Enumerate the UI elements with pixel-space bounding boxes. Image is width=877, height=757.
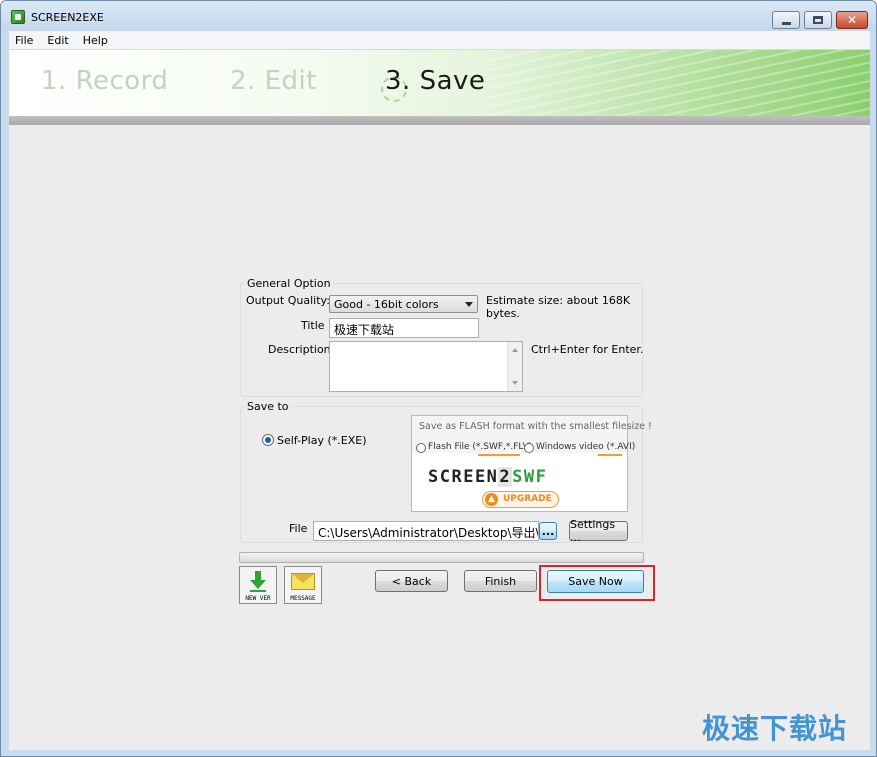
message-caption: MESSAGE bbox=[290, 595, 316, 602]
wizard-content: General Option Output Quality: Good - 16… bbox=[9, 125, 870, 750]
estimate-size-text: Estimate size: about 168K bbox=[486, 294, 631, 307]
logo-two-text: 2 bbox=[498, 467, 513, 487]
minimize-button[interactable] bbox=[772, 11, 800, 29]
close-button[interactable]: ✕ bbox=[836, 11, 868, 29]
browse-button[interactable]: ... bbox=[539, 522, 557, 540]
video-underline bbox=[598, 454, 622, 456]
upgrade-button[interactable]: ▲ UPGRADE bbox=[482, 491, 559, 508]
description-hint: Ctrl+Enter for Enter. bbox=[531, 343, 644, 356]
envelope-icon bbox=[291, 573, 315, 590]
description-input[interactable] bbox=[329, 341, 523, 392]
download-icon bbox=[250, 571, 266, 592]
output-quality-label: Output Quality: bbox=[246, 294, 330, 307]
upgrade-arrow-icon: ▲ bbox=[485, 493, 498, 506]
flash-promo-panel[interactable]: Save as FLASH format with the smallest f… bbox=[411, 415, 652, 512]
save-to-legend: Save to bbox=[245, 400, 291, 413]
new-version-button[interactable]: NEW VER bbox=[239, 566, 277, 604]
logo-swf-text: SWF bbox=[512, 467, 548, 487]
screen2swf-logo: SCREEN2SWF bbox=[428, 467, 547, 487]
message-button[interactable]: MESSAGE bbox=[284, 566, 322, 604]
maximize-icon bbox=[813, 16, 823, 24]
step-record: 1. Record bbox=[41, 66, 169, 96]
back-button[interactable]: < Back bbox=[375, 570, 448, 592]
flash-file-radio[interactable] bbox=[416, 443, 426, 453]
file-path-input[interactable]: C:\Users\Administrator\Desktop\导出\极速下 bbox=[313, 521, 539, 541]
settings-button[interactable]: Settings ... bbox=[569, 518, 628, 544]
upgrade-label: UPGRADE bbox=[503, 494, 552, 504]
menu-file[interactable]: File bbox=[15, 34, 33, 47]
scroll-down-icon bbox=[512, 381, 518, 385]
step-save: 3. Save bbox=[385, 66, 486, 96]
chevron-down-icon bbox=[465, 302, 473, 307]
banner-decoration bbox=[489, 50, 870, 116]
app-window: SCREEN2EXE ✕ File Edit Help 1. Record 2.… bbox=[0, 0, 877, 757]
output-quality-value: Good - 16bit colors bbox=[334, 298, 439, 311]
flash-underline bbox=[478, 454, 520, 456]
maximize-button[interactable] bbox=[804, 11, 832, 29]
app-icon bbox=[11, 10, 25, 24]
progress-bar bbox=[239, 552, 644, 563]
logo-screen-text: SCREEN bbox=[428, 467, 499, 487]
banner-divider bbox=[9, 116, 870, 125]
description-label: Description bbox=[268, 343, 331, 356]
windows-video-radio[interactable] bbox=[524, 443, 534, 453]
minimize-icon bbox=[781, 21, 791, 25]
general-option-legend: General Option bbox=[245, 277, 333, 290]
description-scrollbar[interactable] bbox=[507, 342, 522, 391]
title-input[interactable]: 极速下载站 bbox=[329, 318, 479, 338]
windows-video-option: Windows video (*.AVI) bbox=[536, 442, 636, 452]
self-play-radio[interactable] bbox=[262, 434, 274, 446]
title-label: Title bbox=[301, 319, 325, 332]
promo-headline: Save as FLASH format with the smallest f… bbox=[419, 421, 652, 432]
new-version-caption: NEW VER bbox=[245, 595, 271, 602]
wizard-banner: 1. Record 2. Edit 3. Save bbox=[9, 50, 870, 116]
site-watermark: 极速下载站 bbox=[702, 712, 848, 745]
menu-help[interactable]: Help bbox=[83, 34, 108, 47]
title-bar: SCREEN2EXE ✕ bbox=[1, 1, 876, 31]
save-now-highlight bbox=[539, 565, 655, 601]
self-play-label: Self-Play (*.EXE) bbox=[277, 434, 367, 447]
menu-edit[interactable]: Edit bbox=[47, 34, 68, 47]
step-edit: 2. Edit bbox=[230, 66, 317, 96]
scroll-up-icon bbox=[512, 348, 518, 352]
estimate-size-unit: bytes. bbox=[486, 307, 520, 320]
menu-bar: File Edit Help bbox=[9, 31, 870, 49]
window-title: SCREEN2EXE bbox=[31, 11, 104, 24]
finish-button[interactable]: Finish bbox=[464, 570, 537, 592]
flash-file-option: Flash File (*.SWF,*.FLV) bbox=[428, 442, 533, 452]
close-icon: ✕ bbox=[846, 13, 858, 27]
file-label: File bbox=[289, 522, 308, 535]
output-quality-select[interactable]: Good - 16bit colors bbox=[329, 295, 478, 313]
